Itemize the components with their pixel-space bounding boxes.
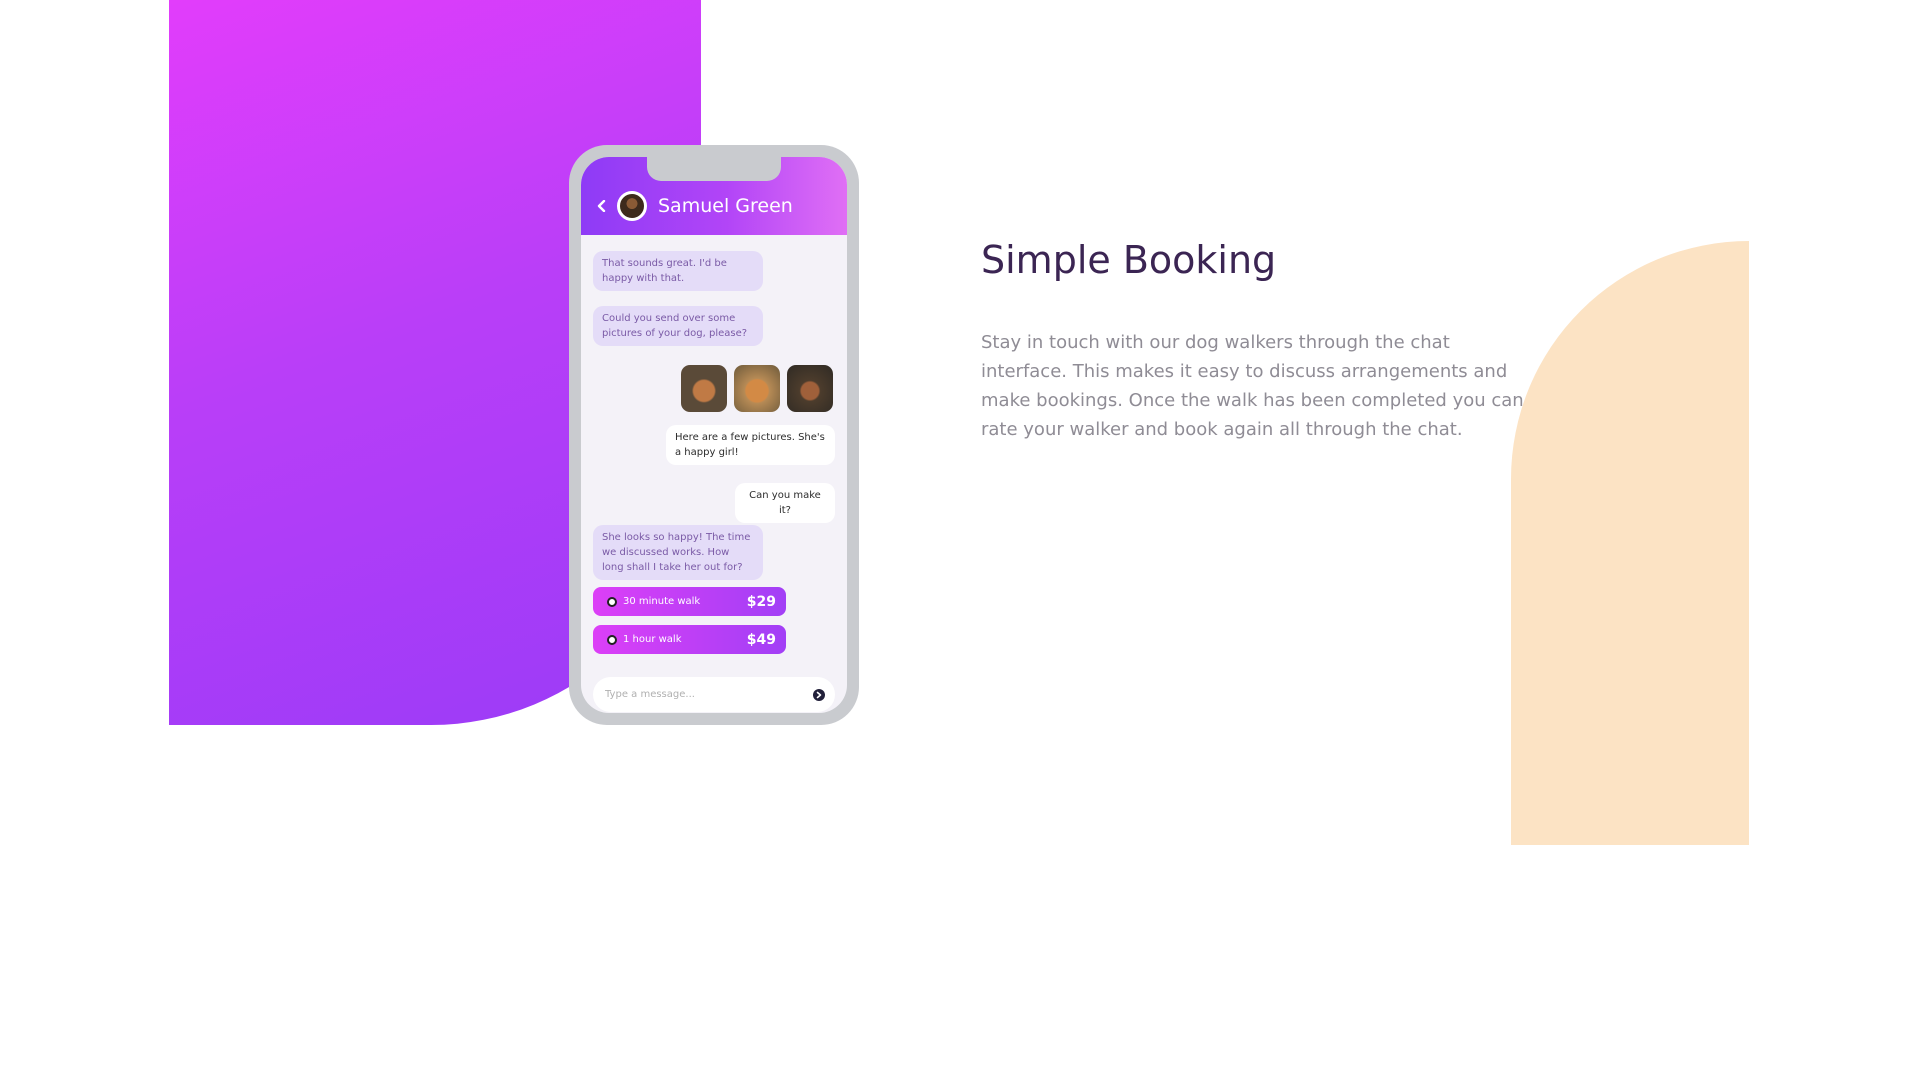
radio-button-icon[interactable] bbox=[607, 634, 617, 645]
contact-name: Samuel Green bbox=[658, 195, 793, 217]
option-label: 30 minute walk bbox=[623, 596, 701, 607]
dog-photo[interactable] bbox=[787, 365, 833, 412]
phone-screen: Samuel Green That sounds great. I'd be h… bbox=[581, 157, 847, 713]
radio-button-icon[interactable] bbox=[607, 596, 617, 607]
walk-option-30-minute[interactable]: 30 minute walk $29 bbox=[593, 587, 786, 616]
message-bubble-outgoing: Can you make it? bbox=[735, 483, 835, 523]
send-arrow-icon[interactable] bbox=[813, 688, 825, 701]
dog-photo[interactable] bbox=[681, 365, 727, 412]
chevron-left-icon[interactable] bbox=[593, 197, 611, 215]
option-price: $49 bbox=[746, 631, 776, 648]
option-label: 1 hour walk bbox=[623, 634, 682, 645]
message-bubble-incoming: Could you send over some pictures of you… bbox=[593, 306, 763, 346]
message-input[interactable] bbox=[605, 689, 813, 700]
peach-background-shape bbox=[1511, 241, 1749, 845]
option-price: $29 bbox=[746, 593, 776, 610]
message-bubble-incoming: She looks so happy! The time we discusse… bbox=[593, 525, 763, 580]
avatar[interactable] bbox=[617, 191, 647, 221]
section-title: Simple Booking bbox=[981, 238, 1277, 282]
dog-photo[interactable] bbox=[734, 365, 780, 412]
walk-option-1-hour[interactable]: 1 hour walk $49 bbox=[593, 625, 786, 654]
feature-section: Samuel Green That sounds great. I'd be h… bbox=[0, 0, 1920, 1080]
message-bubble-incoming: That sounds great. I'd be happy with tha… bbox=[593, 251, 763, 291]
phone-notch bbox=[647, 157, 781, 181]
message-composer bbox=[593, 677, 835, 712]
phone-mockup: Samuel Green That sounds great. I'd be h… bbox=[569, 145, 859, 725]
section-description: Stay in touch with our dog walkers throu… bbox=[981, 332, 1524, 440]
message-bubble-outgoing: Here are a few pictures. She's a happy g… bbox=[666, 425, 835, 465]
